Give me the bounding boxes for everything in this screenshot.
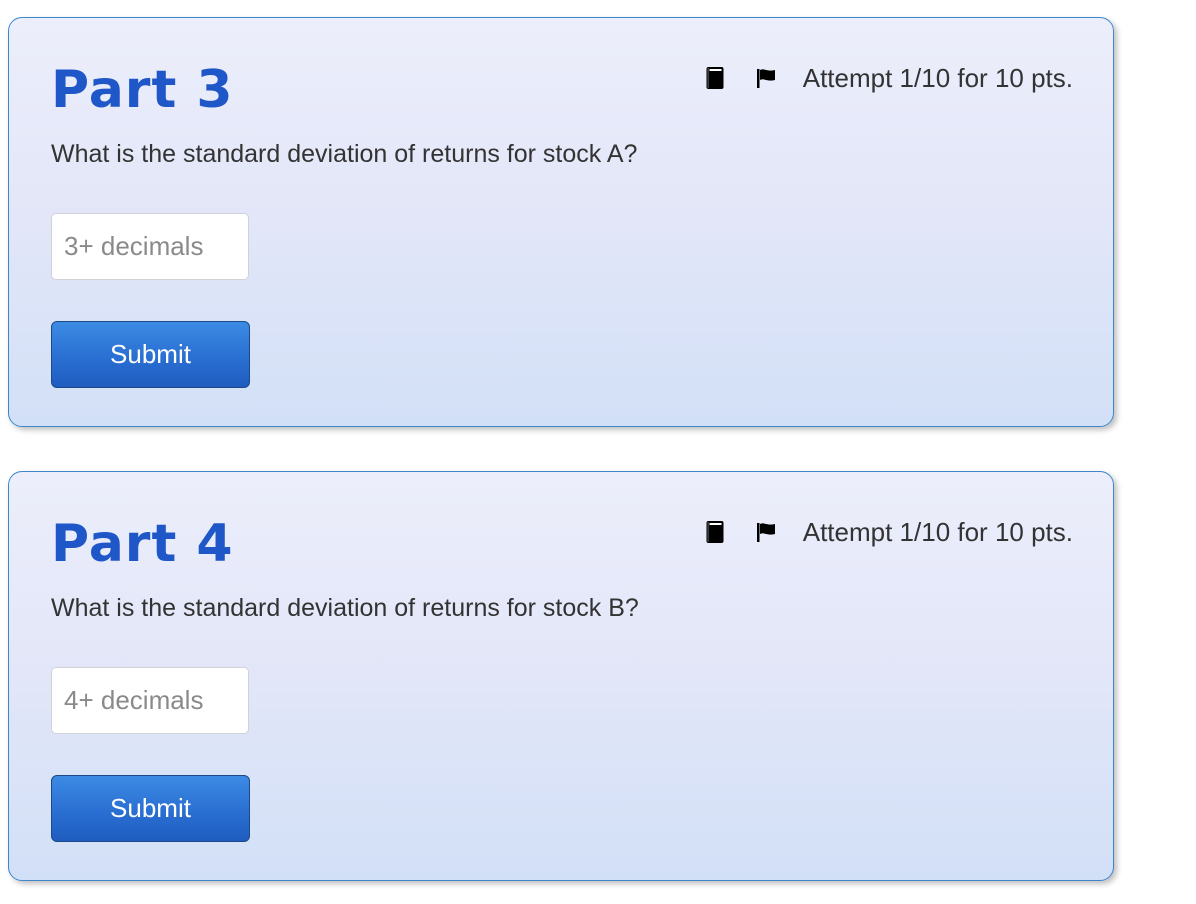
question-toolbar: Attempt 1/10 for 10 pts.	[705, 517, 1073, 547]
question-text: What is the standard deviation of return…	[51, 140, 638, 168]
question-card-part-3: Part 3 Attempt 1/10 for 10 pts. What is …	[8, 17, 1114, 427]
attempt-counter: Attempt 1/10 for 10 pts.	[802, 62, 1073, 93]
submit-button[interactable]: Submit	[51, 775, 250, 842]
question-text: What is the standard deviation of return…	[51, 594, 639, 622]
part-title: Part 3	[51, 60, 234, 120]
answer-input[interactable]	[51, 667, 249, 734]
answer-input[interactable]	[51, 213, 249, 280]
question-card-part-4: Part 4 Attempt 1/10 for 10 pts. What is …	[8, 471, 1114, 881]
book-icon[interactable]	[705, 66, 725, 90]
attempt-counter: Attempt 1/10 for 10 pts.	[802, 516, 1073, 547]
flag-icon[interactable]	[755, 521, 777, 543]
flag-icon[interactable]	[755, 67, 777, 89]
question-toolbar: Attempt 1/10 for 10 pts.	[705, 63, 1073, 93]
part-title: Part 4	[51, 514, 234, 574]
submit-button[interactable]: Submit	[51, 321, 250, 388]
book-icon[interactable]	[705, 520, 725, 544]
